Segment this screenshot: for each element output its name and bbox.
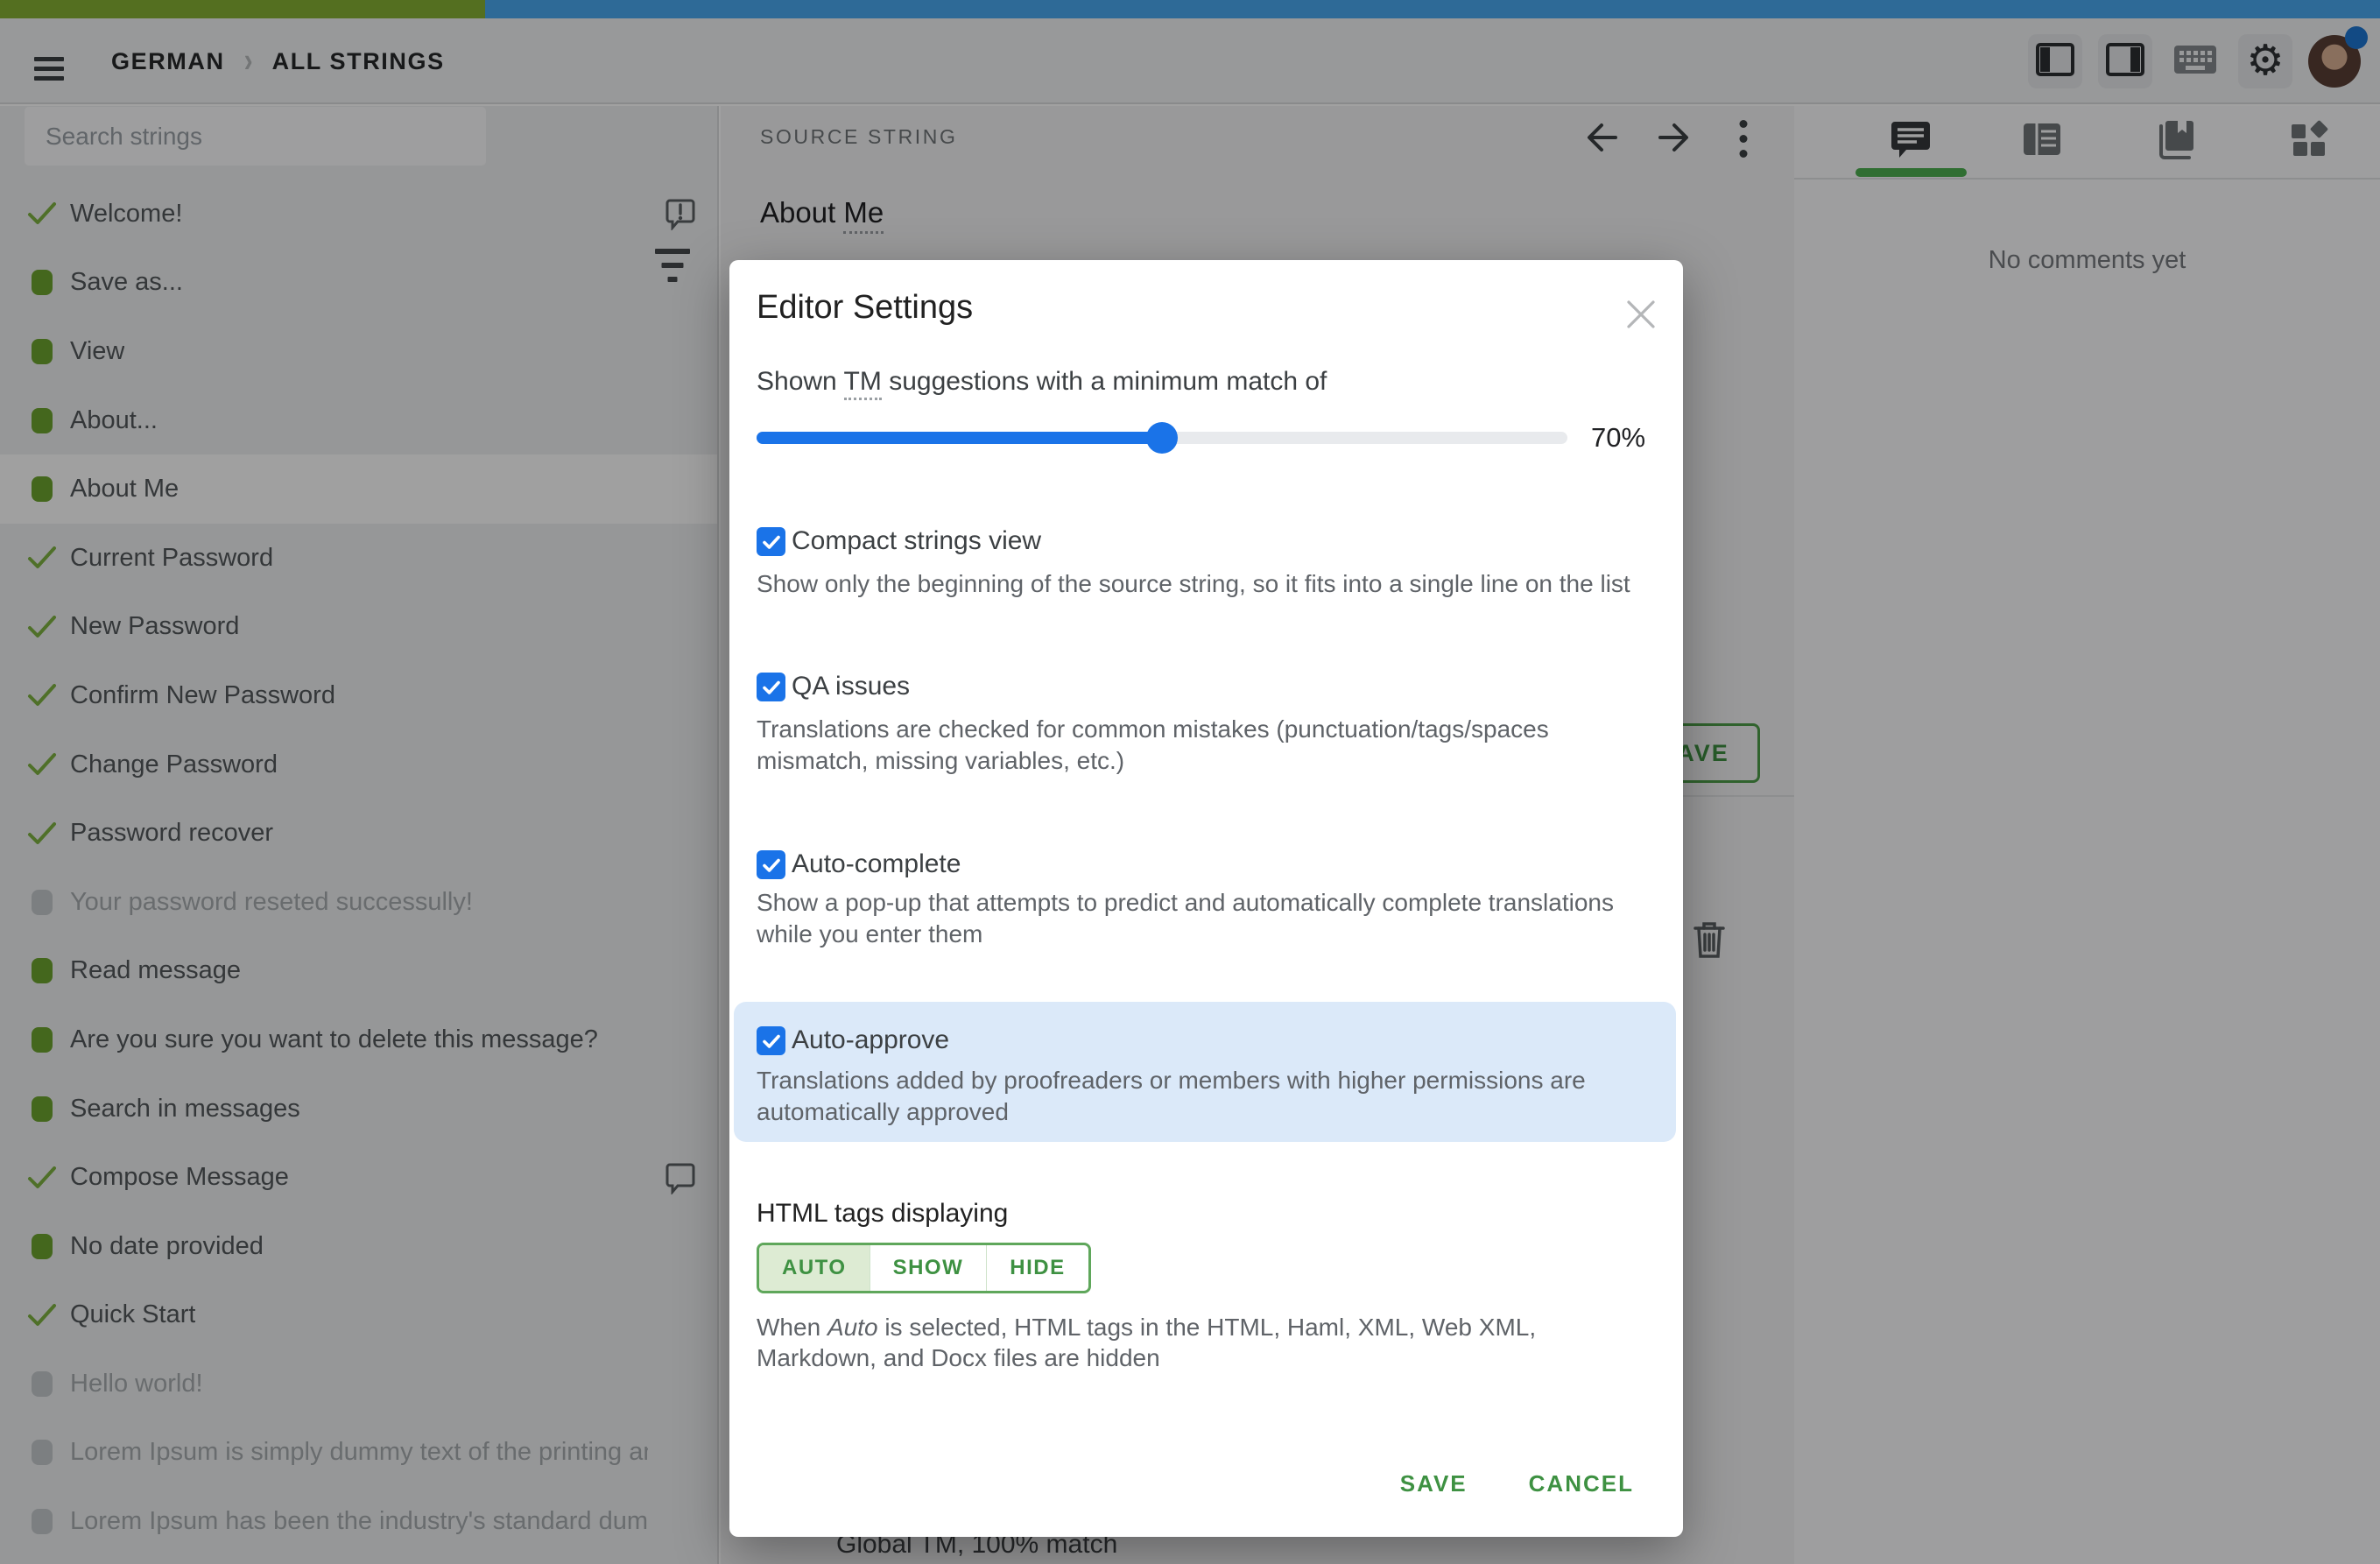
modal-title: Editor Settings	[757, 289, 974, 326]
tm-abbr: TM	[843, 367, 882, 400]
tm-match-label: Shown TM suggestions with a minimum matc…	[757, 367, 1327, 400]
translation-editor-app: GERMAN › ALL STRINGS ⚙ Search strings We…	[0, 0, 2380, 1564]
auto-complete-checkbox[interactable]	[757, 850, 785, 879]
tm-match-slider[interactable]	[757, 422, 1567, 454]
editor-settings-modal: Editor Settings Shown TM suggestions wit…	[729, 260, 1683, 1537]
setting-description: Show only the beginning of the source st…	[757, 570, 1630, 597]
setting-description: Translations added by proofreaders or me…	[757, 1067, 1586, 1125]
close-icon[interactable]	[1622, 295, 1660, 334]
setting-description: Translations are checked for common mist…	[757, 715, 1549, 774]
compact-strings-checkbox[interactable]	[757, 527, 785, 556]
html-tags-toggle: AUTO SHOW HIDE	[757, 1243, 1091, 1293]
html-tags-option-show[interactable]: SHOW	[870, 1245, 988, 1291]
qa-issues-checkbox[interactable]	[757, 673, 785, 701]
setting-description: Show a pop-up that attempts to predict a…	[757, 889, 1614, 948]
html-tags-option-auto[interactable]: AUTO	[759, 1245, 870, 1291]
html-tags-heading: HTML tags displaying	[757, 1199, 1009, 1228]
setting-label[interactable]: Auto-complete	[792, 849, 961, 879]
setting-label[interactable]: Compact strings view	[792, 526, 1041, 556]
modal-actions: SAVE CANCEL	[1400, 1470, 1634, 1497]
tm-match-value: 70%	[1591, 422, 1646, 453]
slider-fill	[757, 432, 1162, 444]
setting-label[interactable]: Auto-approve	[792, 1025, 949, 1055]
auto-approve-checkbox[interactable]	[757, 1026, 785, 1055]
html-tags-description: When Auto is selected, HTML tags in the …	[757, 1314, 1537, 1371]
cancel-button[interactable]: CANCEL	[1529, 1470, 1634, 1497]
save-button[interactable]: SAVE	[1400, 1470, 1468, 1497]
html-tags-option-hide[interactable]: HIDE	[987, 1245, 1088, 1291]
setting-label[interactable]: QA issues	[792, 672, 910, 701]
slider-thumb[interactable]	[1146, 422, 1178, 454]
